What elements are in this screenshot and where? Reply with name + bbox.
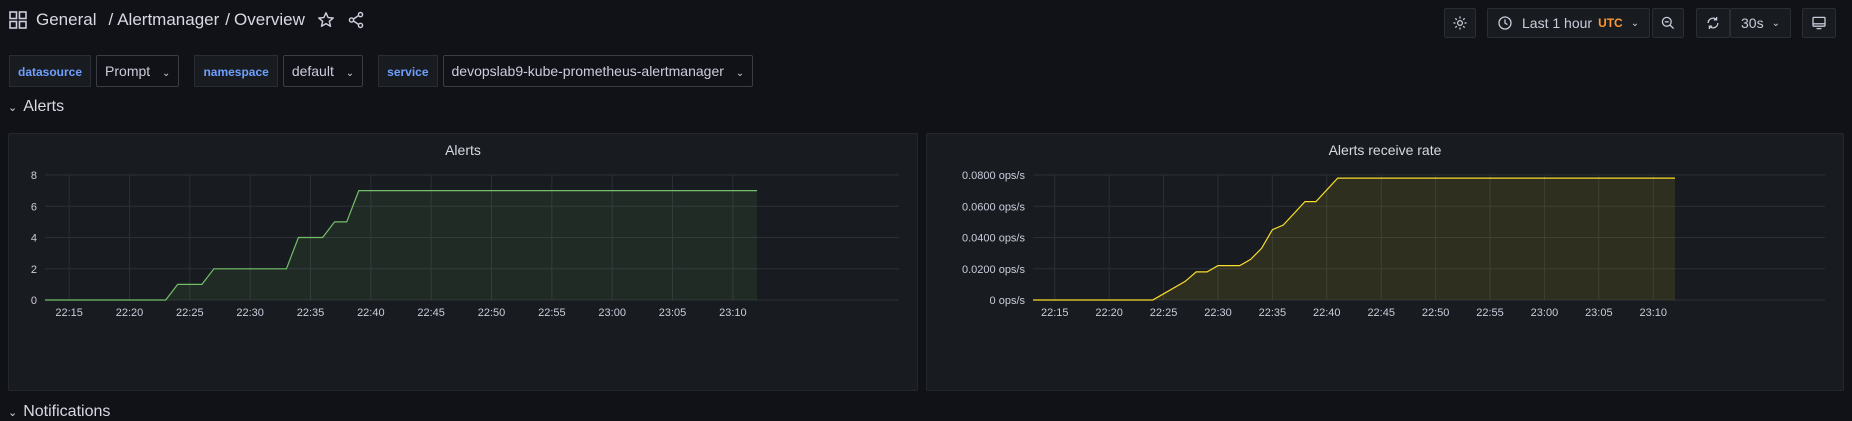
x-tick-label: 23:10 [719, 307, 747, 319]
row-header-notifications[interactable]: ⌄ Notifications [8, 403, 110, 421]
tv-mode-icon [1812, 16, 1826, 30]
variable-value: Prompt [105, 63, 151, 79]
breadcrumb-folder[interactable]: Alertmanager [117, 10, 219, 30]
datasource-select[interactable]: Prompt ⌄ [96, 55, 180, 87]
breadcrumb-root[interactable]: General [36, 10, 96, 30]
tv-mode-button[interactable] [1802, 8, 1836, 38]
x-tick-label: 22:50 [478, 307, 506, 319]
series-area [1033, 178, 1675, 300]
x-tick-label: 22:15 [1041, 307, 1069, 319]
y-tick-label: 2 [31, 264, 37, 276]
row-header-alerts[interactable]: ⌄ Alerts [8, 98, 64, 116]
x-tick-label: 22:45 [417, 307, 445, 319]
x-tick-label: 22:45 [1367, 307, 1395, 319]
service-select[interactable]: devopslab9-kube-prometheus-alertmanager … [442, 55, 754, 87]
x-tick-label: 22:15 [55, 307, 83, 319]
time-range-label: Last 1 hour [1522, 15, 1593, 31]
variable-label: datasource [9, 55, 92, 87]
x-tick-label: 22:25 [1150, 307, 1178, 319]
x-tick-label: 22:40 [1313, 307, 1341, 319]
template-variables: datasource Prompt ⌄ namespace default ⌄ … [9, 55, 754, 87]
zoom-out-button[interactable] [1652, 8, 1684, 38]
row-title: Alerts [23, 98, 65, 115]
x-tick-label: 23:00 [1531, 307, 1559, 319]
chevron-down-icon: ⌄ [1630, 17, 1640, 29]
x-tick-label: 22:55 [538, 307, 566, 319]
x-tick-label: 22:35 [1259, 307, 1287, 319]
breadcrumb-separator: / [225, 10, 231, 29]
x-tick-label: 22:50 [1422, 307, 1450, 319]
y-tick-label: 0.0600 ops/s [962, 201, 1025, 213]
y-tick-label: 0.0800 ops/s [962, 170, 1025, 182]
variable-label: service [378, 55, 438, 87]
chevron-down-icon: ⌄ [345, 68, 355, 79]
x-tick-label: 22:30 [236, 307, 264, 319]
y-tick-label: 0.0400 ops/s [962, 233, 1025, 245]
page-title: Overview [234, 10, 305, 29]
x-tick-label: 22:20 [1095, 307, 1123, 319]
y-tick-label: 4 [31, 233, 37, 245]
x-tick-label: 22:55 [1476, 307, 1504, 319]
x-tick-label: 22:25 [176, 307, 204, 319]
time-range-picker[interactable]: Last 1 hour UTC ⌄ [1487, 8, 1650, 38]
x-tick-label: 23:05 [1585, 307, 1613, 319]
chevron-down-icon: ⌄ [735, 68, 745, 79]
x-tick-label: 23:05 [659, 307, 687, 319]
x-tick-label: 23:10 [1639, 307, 1667, 319]
chevron-down-icon: ⌄ [8, 101, 18, 114]
x-tick-label: 22:30 [1204, 307, 1232, 319]
dashboards-grid-icon[interactable] [8, 10, 28, 30]
breadcrumb-separator: / [108, 10, 114, 29]
row-title: Notifications [23, 403, 111, 420]
alerts-chart: 0 2 4 6 8 22:15 22:20 22:25 22:30 22:35 22:40 22:45… [31, 170, 899, 319]
chevron-down-icon: ⌄ [8, 406, 18, 419]
x-tick-label: 23:00 [598, 307, 626, 319]
timezone-label: UTC [1598, 16, 1623, 30]
x-tick-label: 22:40 [357, 307, 385, 319]
y-tick-label: 6 [31, 201, 37, 213]
dashboard-settings-icon [1453, 16, 1467, 30]
panel-alerts-receive-rate[interactable]: Alerts receive rate 0 ops/s 0.0200 ops/s 0… [926, 133, 1844, 391]
refresh-icon [1707, 17, 1719, 29]
breadcrumb: General / Alertmanager / Overview [8, 10, 365, 30]
y-tick-label: 0 [31, 295, 37, 307]
chevron-down-icon: ⌄ [162, 68, 171, 79]
variable-value: default [291, 63, 334, 79]
y-tick-label: 8 [31, 170, 37, 182]
y-tick-label: 0.0200 ops/s [962, 264, 1025, 276]
x-tick-label: 22:20 [116, 307, 144, 319]
star-icon[interactable] [317, 11, 335, 29]
zoom-out-icon [1661, 16, 1675, 30]
share-icon[interactable] [347, 11, 365, 29]
top-navbar: General / Alertmanager / Overview Last 1… [0, 0, 1852, 46]
x-tick-label: 22:35 [297, 307, 325, 319]
clock-icon [1498, 16, 1512, 30]
panel-alerts[interactable]: Alerts 0 2 4 6 8 22:15 22:20 22:25 22:30 22:35 22:… [8, 133, 918, 391]
y-tick-label: 0 ops/s [990, 295, 1026, 307]
refresh-button[interactable] [1696, 8, 1730, 38]
variable-label: namespace [194, 55, 278, 87]
refresh-interval-picker[interactable]: 30s ⌄ [1730, 8, 1791, 38]
alerts-receive-rate-chart: 0 ops/s 0.0200 ops/s 0.0400 ops/s 0.0600 op… [962, 170, 1825, 319]
variable-value: devopslab9-kube-prometheus-alertmanager [451, 63, 724, 79]
refresh-interval-label: 30s [1741, 15, 1764, 31]
namespace-select[interactable]: default ⌄ [282, 55, 364, 87]
chevron-down-icon: ⌄ [1771, 17, 1780, 29]
series-area [45, 190, 757, 300]
dashboard-settings-button[interactable] [1444, 8, 1476, 38]
